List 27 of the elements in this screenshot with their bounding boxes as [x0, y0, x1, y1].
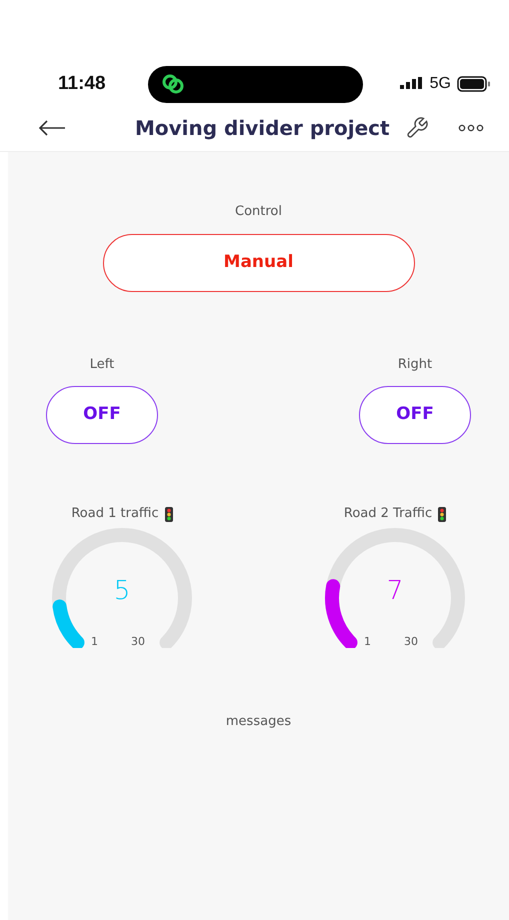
gauge-label: Road 2 Traffic — [344, 505, 432, 524]
control-label: Control — [235, 203, 282, 221]
gauge-value: 5 — [112, 578, 132, 604]
traffic-light-icon — [164, 506, 173, 522]
switch-label: Right — [398, 356, 432, 374]
gauge-max: 30 — [131, 636, 145, 647]
gauge-min: 1 — [364, 636, 371, 647]
gauge-min: 1 — [91, 636, 98, 647]
gauge-max: 30 — [404, 636, 418, 647]
more-icon — [458, 124, 484, 132]
back-arrow-icon — [38, 120, 66, 136]
messages-label: messages — [226, 713, 292, 731]
battery-icon — [456, 76, 491, 92]
back-button[interactable] — [38, 118, 66, 138]
switch-label: Left — [90, 356, 114, 374]
gauge-value: 7 — [386, 578, 404, 604]
link-icon — [160, 73, 186, 95]
switch-button[interactable]: OFF — [46, 386, 158, 444]
traffic-light-icon — [438, 506, 446, 522]
page-title: Moving divider project — [135, 114, 390, 142]
gauge-label: Road 1 traffic — [71, 505, 159, 524]
status-time: 11:48 — [58, 72, 106, 96]
mode-button[interactable]: Manual — [102, 234, 414, 292]
network-label: 5G — [430, 74, 451, 94]
switch-button[interactable]: OFF — [359, 386, 471, 444]
signal-icon — [400, 77, 424, 91]
wrench-icon — [404, 116, 429, 140]
